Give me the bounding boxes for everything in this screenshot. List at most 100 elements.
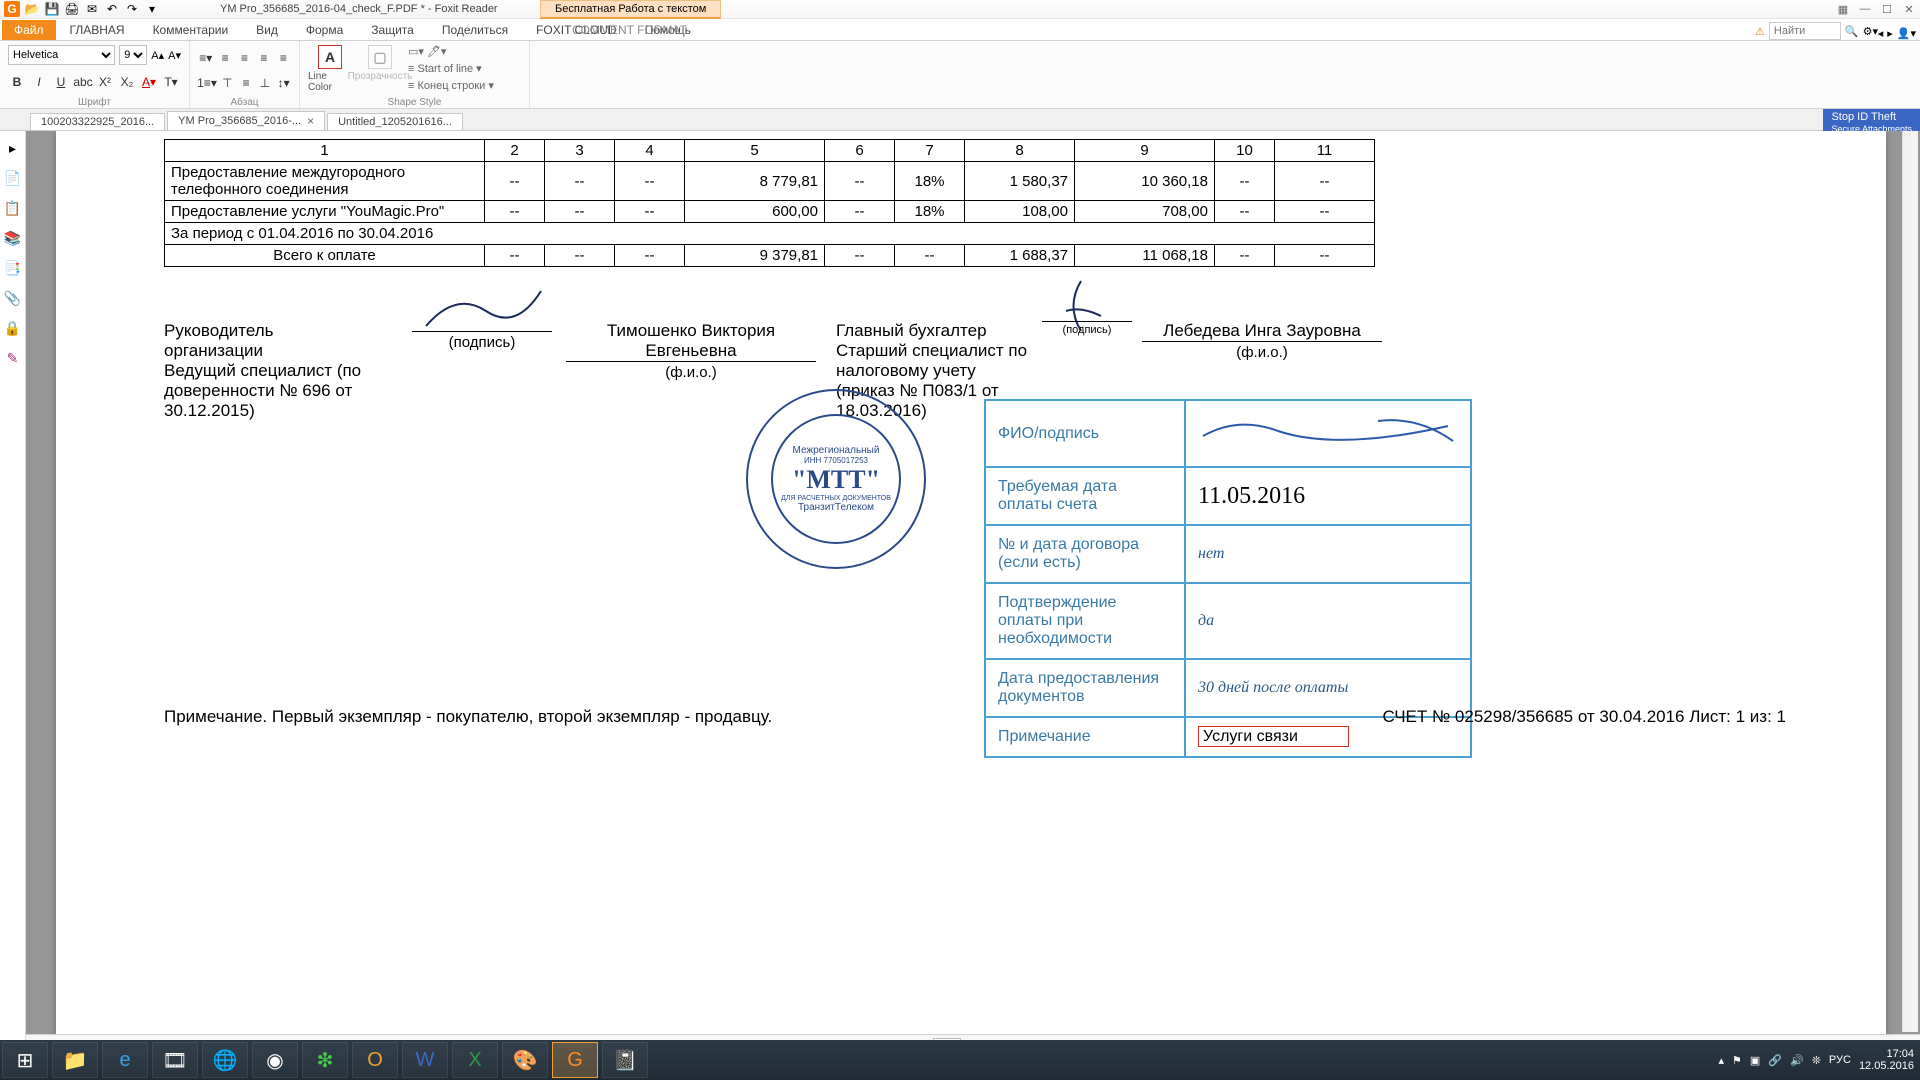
tab-view[interactable]: Вид xyxy=(242,20,292,40)
end-line-label[interactable]: ≡ Конец строки ▾ xyxy=(408,79,494,92)
sidebar-expand-icon[interactable]: ▸ xyxy=(4,139,22,157)
sidebar-lock-icon[interactable]: 🔒 xyxy=(4,319,22,337)
taskbar: ⊞ 📁 e 🎞 🌐 ◉ ❇ O W X 🎨 G 📓 ▴ ⚑ ▣ 🔗 🔊 ❊ РУ… xyxy=(0,1040,1920,1080)
doctab-1[interactable]: 100203322925_2016... xyxy=(30,113,165,130)
close-tab-icon[interactable]: × xyxy=(307,114,314,128)
align-left-icon[interactable]: ≡ xyxy=(217,49,232,67)
qat-more-icon[interactable]: ▾ xyxy=(144,1,160,17)
th-3: 3 xyxy=(545,140,615,162)
tab-comment-format[interactable]: COMMENT FORMAT xyxy=(558,20,701,40)
qat-open-icon[interactable]: 📂 xyxy=(24,1,40,17)
bold-icon[interactable]: B xyxy=(8,73,26,91)
grow-font-icon[interactable]: A▴ xyxy=(151,49,164,62)
tray-lang[interactable]: РУС xyxy=(1829,1054,1851,1066)
search-icon[interactable]: 🔍 xyxy=(1845,25,1859,38)
tab-comments[interactable]: Комментарии xyxy=(139,20,243,40)
nav-next-icon[interactable]: ▸ xyxy=(1887,27,1893,40)
valign-top-icon[interactable]: ⊤ xyxy=(220,74,235,92)
qat-undo-icon[interactable]: ↶ xyxy=(104,1,120,17)
align-justify-icon[interactable]: ≡ xyxy=(276,49,291,67)
taskbar-app-icon[interactable]: ❇ xyxy=(302,1042,348,1078)
tab-protect[interactable]: Защита xyxy=(357,20,428,40)
minimize-icon[interactable]: — xyxy=(1858,2,1872,16)
start-button[interactable]: ⊞ xyxy=(2,1042,48,1078)
valign-mid-icon[interactable]: ≡ xyxy=(239,74,254,92)
taskbar-ie-icon[interactable]: e xyxy=(102,1042,148,1078)
qat-mail-icon[interactable]: ✉ xyxy=(84,1,100,17)
th-10: 10 xyxy=(1215,140,1275,162)
search-input[interactable] xyxy=(1769,22,1841,40)
note-textbox[interactable]: Услуги связи xyxy=(1198,726,1349,747)
win-grid-icon[interactable]: ▦ xyxy=(1836,2,1850,16)
tray-app-icon[interactable]: ▣ xyxy=(1750,1054,1760,1067)
tab-share[interactable]: Поделиться xyxy=(428,20,522,40)
valign-bot-icon[interactable]: ⊥ xyxy=(258,74,273,92)
underline-icon[interactable]: U xyxy=(52,73,70,91)
font-size-select[interactable]: 9 xyxy=(119,45,147,65)
group-para-label: Абзац xyxy=(198,97,291,108)
taskbar-paint-icon[interactable]: 🎨 xyxy=(502,1042,548,1078)
nav-prev-icon[interactable]: ◂ xyxy=(1878,27,1884,40)
taskbar-word-icon[interactable]: W xyxy=(402,1042,448,1078)
tray-clock[interactable]: 17:0412.05.2016 xyxy=(1859,1048,1914,1072)
th-8: 8 xyxy=(965,140,1075,162)
taskbar-foxit-icon[interactable]: G xyxy=(552,1042,598,1078)
font-color-icon[interactable]: A▾ xyxy=(140,73,158,91)
th-7: 7 xyxy=(895,140,965,162)
tray-network-icon[interactable]: 🔗 xyxy=(1768,1054,1782,1067)
line-ends-icon[interactable]: ▭▾ 🖊▾ xyxy=(408,45,494,58)
tab-form[interactable]: Форма xyxy=(292,20,357,40)
subscript-icon[interactable]: X₂ xyxy=(118,73,136,91)
taskbar-globe-icon[interactable]: 🌐 xyxy=(202,1042,248,1078)
align-center-icon[interactable]: ≡ xyxy=(237,49,252,67)
qat-print-icon[interactable]: 🖨 xyxy=(64,1,80,17)
shrink-font-icon[interactable]: A▾ xyxy=(168,49,181,62)
taskbar-media-icon[interactable]: 🎞 xyxy=(152,1042,198,1078)
taskbar-outlook-icon[interactable]: O xyxy=(352,1042,398,1078)
line-color-button[interactable]: ALine Color xyxy=(308,45,352,93)
maximize-icon[interactable]: ☐ xyxy=(1880,2,1894,16)
tray-up-icon[interactable]: ▴ xyxy=(1718,1054,1724,1067)
search-warn-icon[interactable]: ⚠ xyxy=(1755,25,1765,38)
sidebar-page-icon[interactable]: 📄 xyxy=(4,169,22,187)
doctab-3[interactable]: Untitled_1205201616... xyxy=(327,113,463,130)
file-tab[interactable]: Файл xyxy=(2,20,56,40)
taskbar-notes-icon[interactable]: 📓 xyxy=(602,1042,648,1078)
taskbar-chrome-icon[interactable]: ◉ xyxy=(252,1042,298,1078)
document-area[interactable]: 1 2 3 4 5 6 7 8 9 10 11 Предоставление м… xyxy=(26,131,1920,1056)
table-row: За период с 01.04.2016 по 30.04.2016 xyxy=(165,223,1375,245)
th-4: 4 xyxy=(615,140,685,162)
sidebar-books-icon[interactable]: 📚 xyxy=(4,229,22,247)
bullets-icon[interactable]: ≡▾ xyxy=(198,49,213,67)
italic-icon[interactable]: I xyxy=(30,73,48,91)
sidebar-layers-icon[interactable]: 📑 xyxy=(4,259,22,277)
freeware-banner[interactable]: Бесплатная Работа с текстом xyxy=(540,0,721,19)
th-5: 5 xyxy=(685,140,825,162)
sidebar-sign-icon[interactable]: ✎ xyxy=(4,349,22,367)
sidebar-clipboard-icon[interactable]: 📋 xyxy=(4,199,22,217)
qat-save-icon[interactable]: 💾 xyxy=(44,1,60,17)
numbering-icon[interactable]: 1≡▾ xyxy=(198,74,216,92)
tray-flag-icon[interactable]: ⚑ xyxy=(1732,1054,1742,1067)
align-right-icon[interactable]: ≡ xyxy=(256,49,271,67)
tray-volume-icon[interactable]: 🔊 xyxy=(1790,1054,1804,1067)
sidebar-attach-icon[interactable]: 📎 xyxy=(4,289,22,307)
user-icon[interactable]: 👤▾ xyxy=(1897,27,1916,40)
group-font-label: Шрифт xyxy=(8,97,181,108)
taskbar-explorer-icon[interactable]: 📁 xyxy=(52,1042,98,1078)
font-family-select[interactable]: Helvetica xyxy=(8,45,115,65)
left-sidebar: ▸ 📄 📋 📚 📑 📎 🔒 ✎ xyxy=(0,131,26,1056)
close-icon[interactable]: ✕ xyxy=(1902,2,1916,16)
doctab-2[interactable]: YM Pro_356685_2016-...× xyxy=(167,111,325,130)
tray-sync-icon[interactable]: ❊ xyxy=(1812,1054,1821,1067)
taskbar-excel-icon[interactable]: X xyxy=(452,1042,498,1078)
qat-redo-icon[interactable]: ↷ xyxy=(124,1,140,17)
vertical-scrollbar[interactable] xyxy=(1902,131,1918,1032)
strike-icon[interactable]: abc xyxy=(74,73,92,91)
line-spacing-icon[interactable]: ↕▾ xyxy=(276,74,291,92)
start-line-label[interactable]: ≡ Start of line ▾ xyxy=(408,62,494,75)
tab-home[interactable]: ГЛАВНАЯ xyxy=(56,20,139,40)
search-settings-icon[interactable]: ⚙▾ xyxy=(1863,25,1878,38)
superscript-icon[interactable]: X² xyxy=(96,73,114,91)
text-case-icon[interactable]: T▾ xyxy=(162,73,180,91)
